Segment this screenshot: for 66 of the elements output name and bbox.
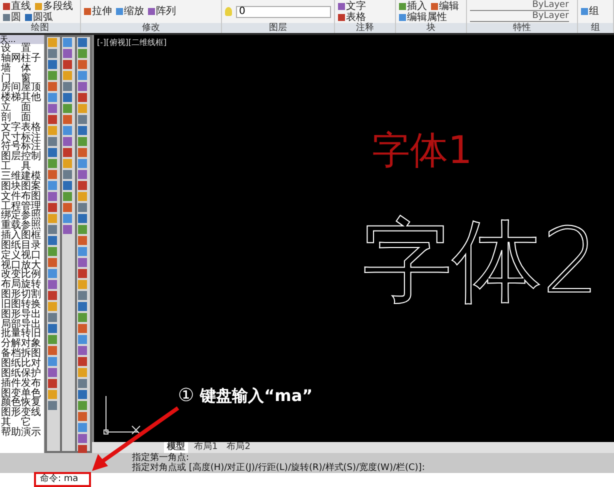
ribbon-tool[interactable]: 表格 <box>338 12 366 23</box>
palette-item[interactable]: 楼梯其他 <box>0 93 44 104</box>
panel-title[interactable]: 图层 <box>222 23 334 33</box>
panel-title[interactable]: 特性 <box>467 23 577 33</box>
palette-item[interactable]: 设 置 <box>0 44 44 54</box>
palette-item[interactable]: 三维建模 <box>0 172 44 182</box>
palette-item[interactable]: 图纸保护 <box>0 368 44 379</box>
history-line: 指定第一角点: <box>132 453 190 463</box>
palette-item[interactable]: 视口放大 <box>0 260 44 270</box>
drawing-text: 字体1 <box>372 131 472 169</box>
palette-item[interactable]: 工 具 <box>0 162 44 172</box>
palette-item[interactable]: 帮助演示 <box>0 428 44 438</box>
palette-item[interactable]: 插入图框 <box>0 231 44 241</box>
panel-title[interactable]: 注释 <box>335 23 395 33</box>
ribbon-tool[interactable]: 多段线 <box>35 1 73 12</box>
palette-item[interactable]: 图层控制 <box>0 152 44 162</box>
panel-title[interactable]: 绘图 <box>0 23 80 33</box>
drawing-text: 字体2 <box>362 217 600 307</box>
ribbon-tool[interactable]: 阵列 <box>148 6 176 17</box>
palette-item[interactable]: 文字表格 <box>0 122 44 133</box>
panel-title[interactable]: 块 <box>396 23 466 33</box>
history-line: 指定对角点或 [高度(H)/对正(J)/行距(L)/旋转(R)/样式(S)/宽度(W)/栏(C)]: <box>132 463 426 473</box>
ribbon-tool[interactable]: 圆弧 <box>25 12 53 23</box>
ribbon-tool[interactable]: 拉伸 <box>84 6 112 17</box>
ribbon-tool[interactable]: 文字 <box>338 1 366 12</box>
palette-item[interactable]: 图块图案 <box>0 182 44 192</box>
property-dropdown[interactable]: ByLayer <box>470 12 569 22</box>
ribbon-tool[interactable]: 组 <box>581 6 599 17</box>
palette-item[interactable]: 旧图转换 <box>0 300 44 310</box>
panel-title[interactable]: 组 <box>578 23 613 33</box>
layer-dropdown[interactable]: 0 <box>236 6 331 18</box>
palette-item[interactable]: 局部导出 <box>0 320 44 330</box>
ribbon-tool[interactable]: 编辑 <box>431 1 459 12</box>
highlight-frame <box>34 472 91 487</box>
ucs-axis-icon <box>102 394 142 436</box>
palette-item[interactable]: 文件布图 <box>0 192 44 202</box>
palette-item[interactable]: 剖 面 <box>0 112 44 123</box>
palette-item[interactable]: 立 面 <box>0 103 44 113</box>
palette-item[interactable]: 尺寸标注 <box>0 132 44 142</box>
panel-title[interactable]: 修改 <box>81 23 221 33</box>
palette-item[interactable]: 其 它 <box>0 418 44 428</box>
palette-item[interactable]: 门 窗 <box>0 74 44 84</box>
step-number: ① <box>178 386 194 406</box>
palette-item[interactable]: 墙 体 <box>0 64 44 74</box>
ribbon-tool[interactable]: 缩放 <box>116 6 144 17</box>
layout-tab[interactable]: 模型 <box>164 442 188 453</box>
palette-item[interactable]: 轴网柱子 <box>0 54 44 64</box>
viewport-label[interactable]: [-][俯视][二维线框] <box>97 37 167 48</box>
layout-tab[interactable]: 布局2 <box>224 442 254 453</box>
property-dropdown[interactable]: ByLayer <box>470 1 569 12</box>
palette-item[interactable]: 备档拆图 <box>0 349 44 359</box>
palette-item[interactable]: 定义视口 <box>0 250 44 261</box>
palette-item[interactable]: 图形切割 <box>0 290 44 300</box>
layout-tab[interactable]: 布局1 <box>191 442 221 453</box>
palette-item[interactable]: 图变单色 <box>0 388 44 398</box>
ribbon-tool[interactable]: 插入 <box>399 1 427 12</box>
ribbon-tool[interactable]: 圆 <box>3 12 21 23</box>
palette-item[interactable]: 图纸目录 <box>0 240 44 251</box>
annotation-text: 键盘输入“ma” <box>200 386 313 406</box>
ribbon-tool[interactable]: 直线 <box>3 1 31 12</box>
palette-title: 天... <box>0 35 44 44</box>
palette-item[interactable]: 图形导出 <box>0 310 44 320</box>
palette-item[interactable]: 图纸比对 <box>0 359 44 369</box>
ribbon-tool[interactable]: 编辑属性 <box>399 12 447 23</box>
palette-item[interactable]: 插件发布 <box>0 378 44 389</box>
command-input[interactable]: 命令: ma <box>0 473 78 485</box>
